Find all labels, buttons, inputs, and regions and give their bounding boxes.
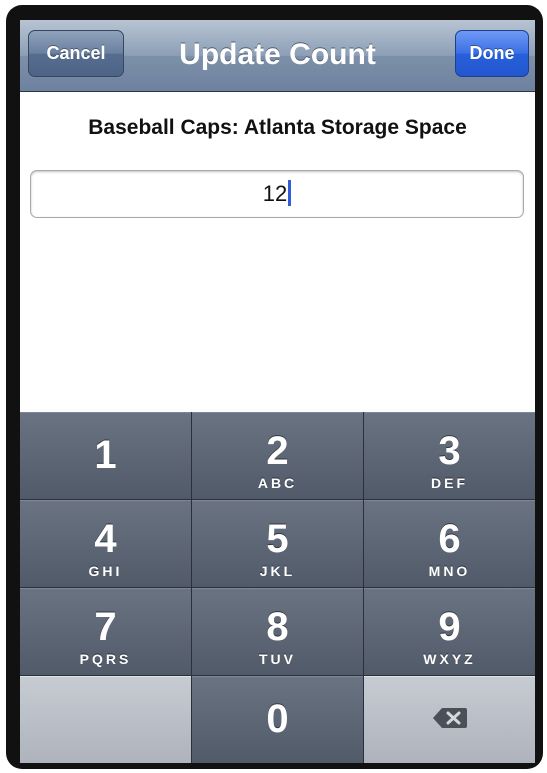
key-letters: MNO bbox=[428, 563, 471, 579]
key-digit: 2 bbox=[266, 429, 289, 473]
item-label: Baseball Caps: Atlanta Storage Space bbox=[88, 116, 467, 139]
navigation-bar: Update Count Cancel Done bbox=[20, 20, 535, 92]
key-3[interactable]: 3 DEF bbox=[364, 412, 535, 499]
numeric-keypad: 1 2 ABC 3 DEF 4 GHI 5 JKL 6 MNO 7 PQRS 8 bbox=[20, 412, 535, 763]
key-letters: WXYZ bbox=[423, 651, 476, 667]
key-letters: PQRS bbox=[79, 651, 132, 667]
key-9[interactable]: 9 WXYZ bbox=[364, 588, 535, 675]
count-value: 12 bbox=[262, 181, 288, 206]
key-6[interactable]: 6 MNO bbox=[364, 500, 535, 587]
key-letters: GHI bbox=[88, 563, 123, 579]
key-letters: TUV bbox=[259, 651, 296, 667]
key-4[interactable]: 4 GHI bbox=[20, 500, 191, 587]
delete-key[interactable] bbox=[364, 676, 535, 763]
key-digit: 7 bbox=[94, 605, 117, 649]
key-digit: 0 bbox=[266, 697, 289, 741]
key-5[interactable]: 5 JKL bbox=[192, 500, 363, 587]
key-1[interactable]: 1 bbox=[20, 412, 191, 499]
cancel-button[interactable]: Cancel bbox=[28, 30, 124, 77]
key-letters: ABC bbox=[257, 475, 298, 491]
text-caret bbox=[288, 180, 292, 207]
backspace-icon bbox=[432, 708, 467, 728]
key-digit: 4 bbox=[94, 517, 117, 561]
key-digit: 9 bbox=[438, 605, 461, 649]
blank-key bbox=[20, 676, 191, 763]
key-digit: 6 bbox=[438, 517, 461, 561]
key-digit: 5 bbox=[266, 517, 289, 561]
key-8[interactable]: 8 TUV bbox=[192, 588, 363, 675]
key-letters: JKL bbox=[259, 563, 296, 579]
key-digit: 8 bbox=[266, 605, 289, 649]
count-input[interactable]: 12 bbox=[30, 170, 524, 218]
key-digit: 3 bbox=[438, 429, 461, 473]
done-button[interactable]: Done bbox=[455, 30, 529, 77]
key-2[interactable]: 2 ABC bbox=[192, 412, 363, 499]
key-letters: DEF bbox=[431, 475, 468, 491]
key-7[interactable]: 7 PQRS bbox=[20, 588, 191, 675]
key-digit: 1 bbox=[94, 433, 117, 477]
key-0[interactable]: 0 bbox=[192, 676, 363, 763]
screen: Update Count Cancel Done Baseball Caps: … bbox=[20, 20, 535, 763]
